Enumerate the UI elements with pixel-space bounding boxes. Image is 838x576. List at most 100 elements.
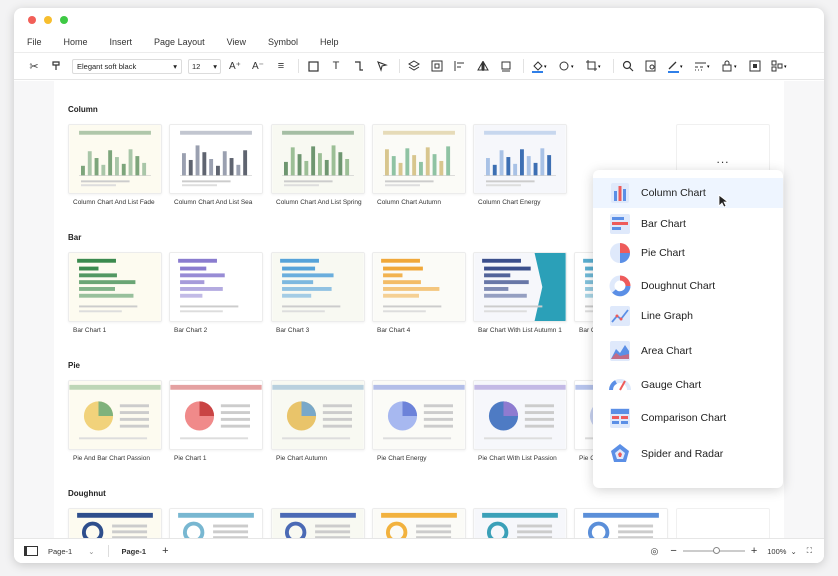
menu-symbol[interactable]: Symbol bbox=[268, 37, 298, 47]
template-card-label: Pie And Bar Chart Passion bbox=[73, 455, 150, 462]
menu-file[interactable]: File bbox=[27, 37, 42, 47]
pointer-icon[interactable] bbox=[374, 58, 390, 74]
template-card[interactable] bbox=[473, 124, 567, 194]
template-card[interactable] bbox=[271, 508, 365, 538]
template-card[interactable] bbox=[68, 508, 162, 538]
chart-type-option-comparison-chart[interactable]: Comparison Chart bbox=[593, 403, 783, 433]
find-replace-icon[interactable] bbox=[643, 58, 659, 74]
svg-text:▾: ▾ bbox=[571, 64, 574, 70]
template-card[interactable] bbox=[473, 252, 567, 322]
section-title-doughnut: Doughnut bbox=[68, 489, 106, 498]
chart-type-option-spider-and-radar[interactable]: Spider and Radar bbox=[593, 439, 783, 469]
layers-icon[interactable] bbox=[406, 58, 422, 74]
template-thumbnail bbox=[69, 125, 161, 193]
column-chart-icon bbox=[593, 181, 641, 205]
line-color-icon[interactable]: ▾ bbox=[557, 58, 577, 74]
group-icon[interactable] bbox=[429, 58, 445, 74]
template-thumbnail bbox=[272, 381, 364, 449]
template-card[interactable] bbox=[68, 252, 162, 322]
fill-color-icon[interactable]: ▾ bbox=[530, 58, 550, 74]
connector-icon[interactable] bbox=[351, 58, 367, 74]
font-family-select[interactable]: Elegant soft black ▾ bbox=[72, 58, 182, 74]
template-thumbnail bbox=[474, 253, 566, 321]
format-painter-icon[interactable] bbox=[49, 58, 65, 74]
close-window-button[interactable] bbox=[28, 16, 36, 24]
zoom-out-icon[interactable]: − bbox=[670, 545, 676, 557]
chart-type-option-gauge-chart[interactable]: Gauge Chart bbox=[593, 370, 783, 400]
svg-text:▾: ▾ bbox=[707, 64, 710, 70]
template-card[interactable] bbox=[372, 124, 466, 194]
menu-help[interactable]: Help bbox=[320, 37, 339, 47]
maximize-window-button[interactable] bbox=[60, 16, 68, 24]
zoom-level[interactable]: 100% bbox=[767, 547, 786, 556]
align-icon[interactable]: ≡ bbox=[273, 58, 289, 74]
bar-chart-icon bbox=[593, 212, 641, 236]
template-card[interactable] bbox=[473, 380, 567, 450]
chart-type-option-line-graph[interactable]: Line Graph bbox=[593, 301, 783, 331]
text-icon[interactable]: T bbox=[328, 58, 344, 74]
minimize-window-button[interactable] bbox=[44, 16, 52, 24]
template-card[interactable] bbox=[169, 252, 263, 322]
add-page-icon[interactable]: + bbox=[162, 545, 168, 557]
menu-page-layout[interactable]: Page Layout bbox=[154, 37, 205, 47]
template-card[interactable] bbox=[372, 508, 466, 538]
lock-icon[interactable]: ▾ bbox=[720, 58, 740, 74]
increase-font-icon[interactable]: A⁺ bbox=[227, 58, 243, 74]
pen-icon[interactable]: ▾ bbox=[666, 58, 686, 74]
page-tab-divider bbox=[108, 545, 110, 557]
template-card[interactable] bbox=[271, 380, 365, 450]
menu-view[interactable]: View bbox=[227, 37, 246, 47]
zoom-slider-thumb[interactable] bbox=[712, 547, 720, 554]
menu-home[interactable]: Home bbox=[64, 37, 88, 47]
flip-icon[interactable] bbox=[475, 58, 491, 74]
play-icon[interactable]: ◎ bbox=[651, 546, 659, 557]
fullscreen-icon[interactable]: ⛶ bbox=[807, 546, 812, 556]
chart-type-option-column-chart[interactable]: Column Chart bbox=[593, 178, 783, 208]
template-card[interactable] bbox=[574, 508, 668, 538]
frame-icon[interactable] bbox=[747, 58, 763, 74]
more-tools-icon[interactable]: ▾ bbox=[770, 58, 790, 74]
template-card[interactable] bbox=[68, 124, 162, 194]
pie-chart-icon bbox=[593, 241, 641, 265]
chart-type-dropdown: Column Chart Bar Chart Pie Chart Doughnut C… bbox=[593, 170, 783, 488]
template-card-label: Bar Chart 4 bbox=[377, 327, 411, 334]
chart-type-option-bar-chart[interactable]: Bar Chart bbox=[593, 209, 783, 239]
template-card[interactable] bbox=[473, 508, 567, 538]
template-card[interactable] bbox=[271, 124, 365, 194]
zoom-in-icon[interactable]: + bbox=[751, 545, 757, 557]
chevron-down-icon[interactable]: ⌄ bbox=[88, 547, 94, 556]
zoom-slider[interactable] bbox=[682, 547, 745, 554]
decrease-font-icon[interactable]: A⁻ bbox=[250, 58, 266, 74]
template-card[interactable] bbox=[169, 508, 263, 538]
template-card-label: Column Chart And List Spring bbox=[276, 199, 362, 206]
chart-type-option-label: Area Chart bbox=[641, 345, 692, 357]
align-left-icon[interactable] bbox=[452, 58, 468, 74]
template-card[interactable] bbox=[68, 380, 162, 450]
font-size-select[interactable]: 12 ▾ bbox=[188, 58, 221, 74]
chart-type-option-label: Comparison Chart bbox=[641, 412, 727, 424]
template-thumbnail bbox=[272, 125, 364, 193]
font-family-value: Elegant soft black bbox=[77, 61, 137, 71]
page-tab-active[interactable]: Page-1 bbox=[121, 547, 146, 556]
rectangle-icon[interactable] bbox=[305, 58, 321, 74]
cut-icon[interactable]: ✂ bbox=[26, 58, 42, 74]
crop-icon[interactable]: ▾ bbox=[584, 58, 604, 74]
template-card[interactable] bbox=[169, 124, 263, 194]
comparison-chart-icon bbox=[593, 406, 641, 430]
page-select[interactable]: Page-1 bbox=[48, 547, 72, 556]
size-icon[interactable] bbox=[498, 58, 514, 74]
chart-type-option-area-chart[interactable]: Area Chart bbox=[593, 336, 783, 366]
chart-type-option-pie-chart[interactable]: Pie Chart bbox=[593, 238, 783, 268]
template-card[interactable] bbox=[169, 380, 263, 450]
template-card[interactable] bbox=[372, 252, 466, 322]
search-icon[interactable] bbox=[620, 58, 636, 74]
toolbar: ✂ Elegant soft black ▾ 12 ▾ A⁺ A⁻ ≡ T ▾ ▾ … bbox=[14, 52, 824, 80]
line-graph-icon bbox=[593, 304, 641, 328]
chevron-down-icon[interactable]: ⌄ bbox=[790, 547, 796, 556]
template-card[interactable] bbox=[271, 252, 365, 322]
chart-type-option-doughnut-chart[interactable]: Doughnut Chart bbox=[593, 271, 783, 301]
line-style-icon[interactable]: ▾ bbox=[693, 58, 713, 74]
menu-insert[interactable]: Insert bbox=[110, 37, 133, 47]
template-card[interactable] bbox=[372, 380, 466, 450]
page-panel-icon[interactable] bbox=[24, 546, 38, 556]
